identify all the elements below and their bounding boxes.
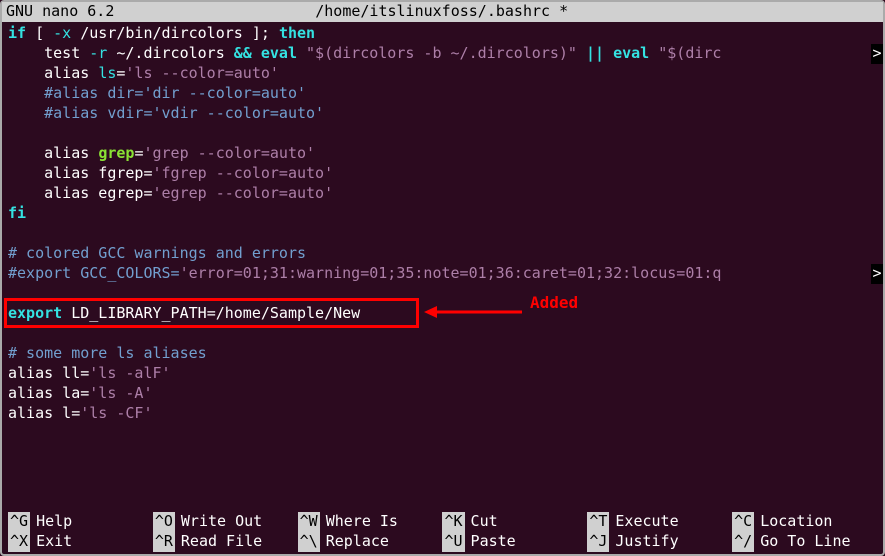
code-line: #alias dir='dir --color=auto' — [8, 84, 877, 104]
titlebar: GNU nano 6.2 /home/itslinuxfoss/.bashrc … — [2, 2, 883, 22]
help-bar: ^GHelp ^OWrite Out ^WWhere Is ^KCut ^TEx… — [8, 512, 877, 552]
help-key-cut[interactable]: ^KCut — [442, 512, 587, 532]
code-line: alias la='ls -A' — [8, 384, 877, 404]
code-line: # colored GCC warnings and errors — [8, 244, 877, 264]
code-line: if [ -x /usr/bin/dircolors ]; then — [8, 24, 877, 44]
overflow-icon: > — [871, 264, 883, 284]
filename: /home/itslinuxfoss/.bashrc * — [114, 2, 879, 22]
help-key-writeout[interactable]: ^OWrite Out — [153, 512, 298, 532]
help-key-location[interactable]: ^CLocation — [732, 512, 877, 532]
code-line: fi — [8, 204, 877, 224]
code-line: # some more ls aliases — [8, 344, 877, 364]
overflow-icon: > — [871, 44, 883, 64]
app-name: GNU nano 6.2 — [6, 2, 114, 22]
code-line — [8, 284, 877, 304]
code-line: alias egrep='egrep --color=auto' — [8, 184, 877, 204]
code-line — [8, 124, 877, 144]
code-line: #alias vdir='vdir --color=auto' — [8, 104, 877, 124]
help-key-execute[interactable]: ^TExecute — [587, 512, 732, 532]
editor-area[interactable]: if [ -x /usr/bin/dircolors ]; then test … — [2, 22, 883, 426]
help-key-exit[interactable]: ^XExit — [8, 532, 153, 552]
code-line — [8, 324, 877, 344]
annotation-label: Added — [530, 293, 578, 314]
help-key-help[interactable]: ^GHelp — [8, 512, 153, 532]
code-line: alias l='ls -CF' — [8, 404, 877, 424]
code-line: #export GCC_COLORS='error=01;31:warning=… — [8, 264, 877, 284]
code-line: alias grep='grep --color=auto' — [8, 144, 877, 164]
code-line: alias ll='ls -alF' — [8, 364, 877, 384]
code-line: alias ls='ls --color=auto' — [8, 64, 877, 84]
help-key-readfile[interactable]: ^RRead File — [153, 532, 298, 552]
help-key-whereis[interactable]: ^WWhere Is — [298, 512, 443, 532]
code-line: export LD_LIBRARY_PATH=/home/Sample/New — [8, 304, 877, 324]
help-key-justify[interactable]: ^JJustify — [587, 532, 732, 552]
code-line — [8, 224, 877, 244]
help-key-replace[interactable]: ^\Replace — [298, 532, 443, 552]
code-line: alias fgrep='fgrep --color=auto' — [8, 164, 877, 184]
code-line: test -r ~/.dircolors && eval "$(dircolor… — [8, 44, 877, 64]
help-key-gotoline[interactable]: ^/Go To Line — [732, 532, 877, 552]
help-key-paste[interactable]: ^UPaste — [442, 532, 587, 552]
